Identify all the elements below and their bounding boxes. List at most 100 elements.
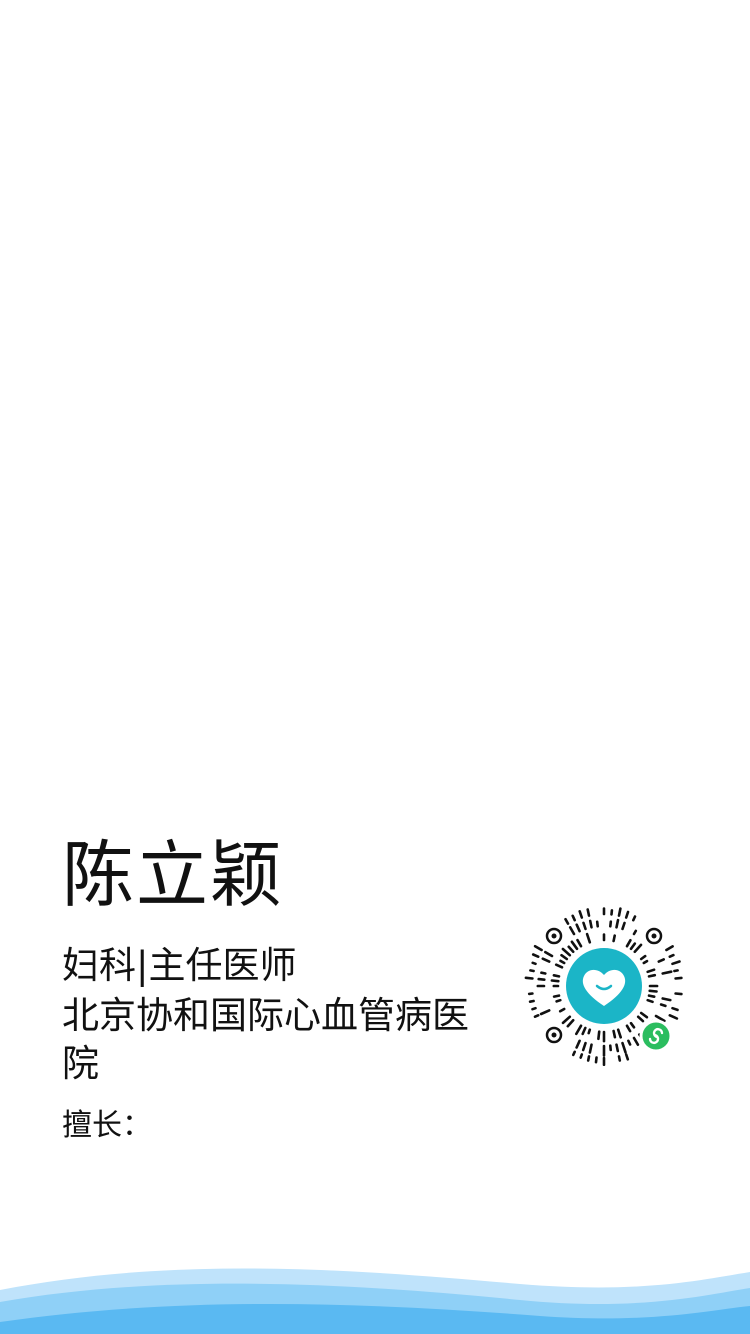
code-ray: [586, 1055, 591, 1062]
code-ray: [552, 994, 561, 998]
code-ray: [646, 998, 654, 1004]
code-ray: [561, 1015, 572, 1025]
code-ray: [617, 907, 622, 917]
code-ray: [632, 915, 637, 922]
finder-top-left: [545, 927, 563, 945]
job-title: 主任医师: [148, 944, 297, 987]
code-ray: [568, 926, 576, 936]
code-ray: [648, 989, 658, 993]
code-ray: [642, 959, 649, 965]
code-ray: [586, 908, 591, 917]
code-ray: [673, 969, 679, 973]
code-ray: [671, 960, 681, 966]
mini-program-icon: [639, 1019, 673, 1053]
department: 妇科: [62, 944, 136, 987]
code-ray: [582, 921, 587, 931]
code-ray: [575, 923, 581, 933]
code-ray: [621, 1041, 627, 1054]
code-ray: [665, 945, 674, 952]
specialty-line: 擅长：: [62, 1104, 472, 1148]
code-ray: [632, 929, 638, 936]
code-ray: [585, 932, 592, 944]
code-ray: [615, 1043, 620, 1053]
doctor-info: 妇科|主任医师 北京协和国际心血管病医院 擅长：: [62, 940, 472, 1148]
code-ray: [633, 943, 643, 954]
code-ray: [647, 994, 656, 998]
doctor-card: 陈立颖 妇科|主任医师 北京协和国际心血管病医院 擅长：: [0, 0, 750, 1334]
code-ray: [571, 914, 577, 922]
code-ray: [625, 1024, 632, 1033]
department-title-line: 妇科|主任医师: [62, 940, 472, 992]
heart-smile-icon: [566, 948, 642, 1024]
code-ray: [554, 963, 564, 969]
code-ray: [627, 1039, 632, 1046]
code-ray: [581, 1026, 587, 1036]
hospital-name: 北京协和国际心血管病医院: [62, 994, 469, 1085]
code-ray: [616, 1028, 622, 1039]
bottom-wave-decoration: [0, 1268, 750, 1334]
code-ray: [579, 1053, 584, 1059]
code-ray: [533, 1014, 540, 1018]
code-ray: [629, 942, 637, 951]
specialty-label: 擅长：: [62, 1108, 152, 1143]
code-ray: [539, 1009, 551, 1016]
code-ray: [561, 947, 572, 957]
code-ray: [566, 1018, 575, 1028]
code-ray: [540, 971, 547, 975]
code-ray: [524, 976, 534, 980]
code-ray: [632, 1036, 640, 1046]
code-ray: [564, 917, 570, 925]
finder-top-right: [645, 927, 663, 945]
code-ray: [541, 957, 551, 963]
code-ray: [674, 992, 683, 996]
code-ray: [552, 974, 561, 978]
code-ray: [575, 1039, 581, 1049]
code-ray: [529, 969, 535, 973]
code-ray: [595, 920, 599, 928]
code-ray: [567, 945, 575, 954]
code-ray: [668, 1014, 679, 1020]
finder-bottom-left: [545, 1026, 563, 1044]
code-ray: [661, 970, 673, 975]
code-ray: [587, 1028, 592, 1035]
code-ray: [639, 954, 647, 961]
code-ray: [659, 1003, 667, 1008]
code-ray: [559, 959, 566, 965]
code-ray: [636, 1015, 645, 1023]
code-ray: [588, 919, 593, 929]
code-ray: [647, 973, 657, 978]
code-ray: [571, 1050, 577, 1057]
mini-program-code-graphic: [524, 907, 683, 1066]
code-ray: [609, 920, 613, 928]
code-ray: [674, 976, 683, 980]
code-ray: [531, 1006, 537, 1011]
code-ray: [581, 1041, 587, 1052]
code-ray: [558, 1007, 566, 1013]
mini-program-code[interactable]: [520, 902, 688, 1070]
code-ray: [555, 998, 562, 1003]
code-ray: [574, 1024, 583, 1036]
code-ray: [531, 953, 540, 959]
code-ray: [612, 934, 616, 943]
code-ray: [629, 1021, 636, 1029]
code-ray: [550, 979, 560, 983]
code-ray: [617, 1055, 622, 1062]
code-ray: [528, 999, 535, 1003]
code-ray: [578, 910, 584, 919]
code-ray: [621, 921, 626, 931]
code-ray: [661, 997, 672, 1002]
code-ray: [639, 1011, 649, 1019]
code-ray: [560, 953, 569, 961]
code-ray: [576, 938, 583, 948]
code-ray: [625, 938, 632, 948]
code-ray: [646, 968, 656, 974]
code-ray: [624, 1053, 630, 1061]
code-ray: [597, 1030, 601, 1041]
doctor-name: 陈立颖: [62, 833, 285, 917]
code-ray: [531, 961, 537, 966]
code-ray: [612, 1029, 617, 1039]
code-ray: [671, 1006, 679, 1012]
code-ray: [657, 958, 665, 963]
code-ray: [537, 977, 546, 981]
code-ray: [615, 918, 620, 929]
